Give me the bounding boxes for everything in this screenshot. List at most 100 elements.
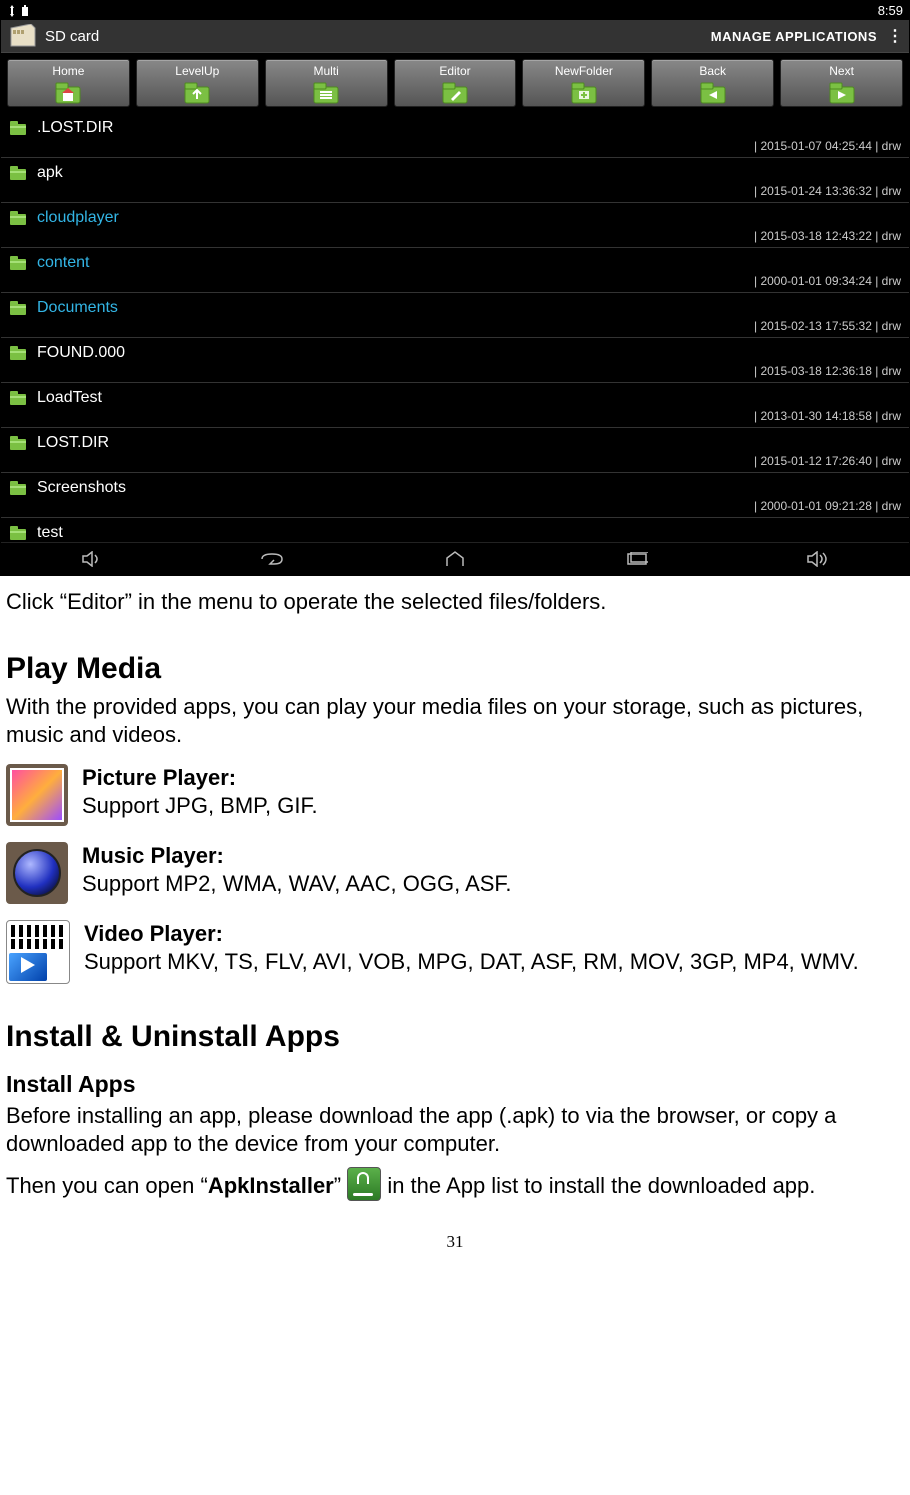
folder-icon — [9, 120, 27, 136]
file-row[interactable]: apk — [1, 158, 909, 182]
battery-icon — [21, 5, 29, 17]
heading-install-apps: Install Apps — [6, 1070, 904, 1099]
status-bar: 8:59 — [1, 1, 909, 20]
file-meta: | 2015-03-18 12:36:18 | drw — [1, 362, 909, 383]
toolbar-btn-label: Home — [52, 64, 84, 78]
next-icon — [828, 82, 856, 104]
file-row[interactable]: FOUND.000 — [1, 338, 909, 362]
music-player-row: Music Player: Support MP2, WMA, WAV, AAC… — [6, 842, 904, 904]
video-player-title: Video Player: — [84, 921, 223, 946]
file-name: apk — [37, 164, 63, 182]
home-icon — [54, 82, 82, 104]
apk-installer-icon — [347, 1167, 381, 1201]
folder-icon — [9, 345, 27, 361]
file-name: LoadTest — [37, 389, 102, 407]
file-row[interactable]: LoadTest — [1, 383, 909, 407]
paragraph: Then you can open “ApkInstaller” in the … — [6, 1167, 904, 1201]
toolbar-home-button[interactable]: Home — [7, 59, 130, 107]
android-screenshot: 8:59 SD card MANAGE APPLICATIONS ⋮ Home L… — [0, 0, 910, 576]
toolbar-levelup-button[interactable]: LevelUp — [136, 59, 259, 107]
newfolder-icon — [570, 82, 598, 104]
multi-icon — [312, 82, 340, 104]
system-navbar — [1, 542, 909, 575]
file-meta: | 2015-01-07 04:25:44 | drw — [1, 137, 909, 158]
folder-icon — [9, 390, 27, 406]
folder-icon — [9, 255, 27, 271]
volume-down-icon[interactable] — [52, 549, 132, 569]
music-player-desc: Support MP2, WMA, WAV, AAC, OGG, ASF. — [82, 871, 512, 896]
toolbar-btn-label: Multi — [313, 64, 338, 78]
folder-icon — [9, 435, 27, 451]
status-time: 8:59 — [878, 3, 903, 18]
video-player-icon — [6, 920, 70, 984]
heading-install-uninstall: Install & Uninstall Apps — [6, 1018, 904, 1056]
file-meta: | 2015-03-18 12:43:22 | drw — [1, 227, 909, 248]
toolbar-multi-button[interactable]: Multi — [265, 59, 388, 107]
picture-player-row: Picture Player: Support JPG, BMP, GIF. — [6, 764, 904, 826]
file-row[interactable]: LOST.DIR — [1, 428, 909, 452]
file-row[interactable]: content — [1, 248, 909, 272]
recent-apps-icon[interactable] — [597, 549, 677, 569]
document-body: Click “Editor” in the menu to operate th… — [0, 576, 910, 1253]
toolbar-btn-label: LevelUp — [175, 64, 219, 78]
toolbar-btn-label: Back — [699, 64, 726, 78]
overflow-menu-icon[interactable]: ⋮ — [887, 26, 901, 46]
levelup-icon — [183, 82, 211, 104]
file-name: .LOST.DIR — [37, 119, 113, 137]
sd-card-icon — [9, 24, 37, 48]
toolbar-btn-label: NewFolder — [555, 64, 613, 78]
file-meta: | 2015-01-12 17:26:40 | drw — [1, 452, 909, 473]
picture-player-title: Picture Player: — [82, 765, 236, 790]
back-icon — [699, 82, 727, 104]
paragraph: With the provided apps, you can play you… — [6, 693, 904, 748]
file-meta: | 2000-01-01 09:34:24 | drw — [1, 272, 909, 293]
file-name: cloudplayer — [37, 209, 119, 227]
music-player-title: Music Player: — [82, 843, 224, 868]
file-name: Screenshots — [37, 479, 126, 497]
toolbar-btn-label: Next — [829, 64, 854, 78]
toolbar-next-button[interactable]: Next — [780, 59, 903, 107]
file-meta: | 2015-01-24 13:36:32 | drw — [1, 182, 909, 203]
picture-player-icon — [6, 764, 68, 826]
file-row[interactable]: Screenshots — [1, 473, 909, 497]
folder-icon — [9, 300, 27, 316]
title-label: SD card — [45, 28, 99, 45]
toolbar-newfolder-button[interactable]: NewFolder — [522, 59, 645, 107]
file-name: content — [37, 254, 89, 272]
folder-icon — [9, 210, 27, 226]
file-meta: | 2000-01-01 09:21:28 | drw — [1, 497, 909, 518]
file-list: .LOST.DIR| 2015-01-07 04:25:44 | drwapk|… — [1, 113, 909, 542]
page-number: 31 — [6, 1231, 904, 1252]
video-player-desc: Support MKV, TS, FLV, AVI, VOB, MPG, DAT… — [84, 949, 859, 974]
file-row[interactable]: .LOST.DIR — [1, 113, 909, 137]
manage-apps-button[interactable]: MANAGE APPLICATIONS — [711, 29, 877, 44]
file-name: FOUND.000 — [37, 344, 125, 362]
file-meta: | 2013-01-30 14:18:58 | drw — [1, 407, 909, 428]
toolbar-editor-button[interactable]: Editor — [394, 59, 517, 107]
paragraph: Before installing an app, please downloa… — [6, 1102, 904, 1157]
toolbar-back-button[interactable]: Back — [651, 59, 774, 107]
file-name: Documents — [37, 299, 118, 317]
folder-icon — [9, 525, 27, 541]
folder-icon — [9, 480, 27, 496]
home-icon[interactable] — [415, 549, 495, 569]
toolbar-btn-label: Editor — [439, 64, 470, 78]
file-meta: | 2015-02-13 17:55:32 | drw — [1, 317, 909, 338]
volume-up-icon[interactable] — [778, 549, 858, 569]
toolbar: Home LevelUp Multi Editor NewFolder Back Next — [1, 53, 909, 113]
picture-player-desc: Support JPG, BMP, GIF. — [82, 793, 318, 818]
paragraph: Click “Editor” in the menu to operate th… — [6, 588, 904, 616]
folder-icon — [9, 165, 27, 181]
editor-icon — [441, 82, 469, 104]
usb-icon — [7, 5, 17, 17]
file-name: test — [37, 524, 63, 542]
video-player-row: Video Player: Support MKV, TS, FLV, AVI,… — [6, 920, 904, 984]
heading-play-media: Play Media — [6, 650, 904, 688]
file-row[interactable]: cloudplayer — [1, 203, 909, 227]
title-bar: SD card MANAGE APPLICATIONS ⋮ — [1, 20, 909, 53]
back-icon[interactable] — [233, 549, 313, 569]
music-player-icon — [6, 842, 68, 904]
file-row[interactable]: test — [1, 518, 909, 542]
file-name: LOST.DIR — [37, 434, 109, 452]
file-row[interactable]: Documents — [1, 293, 909, 317]
